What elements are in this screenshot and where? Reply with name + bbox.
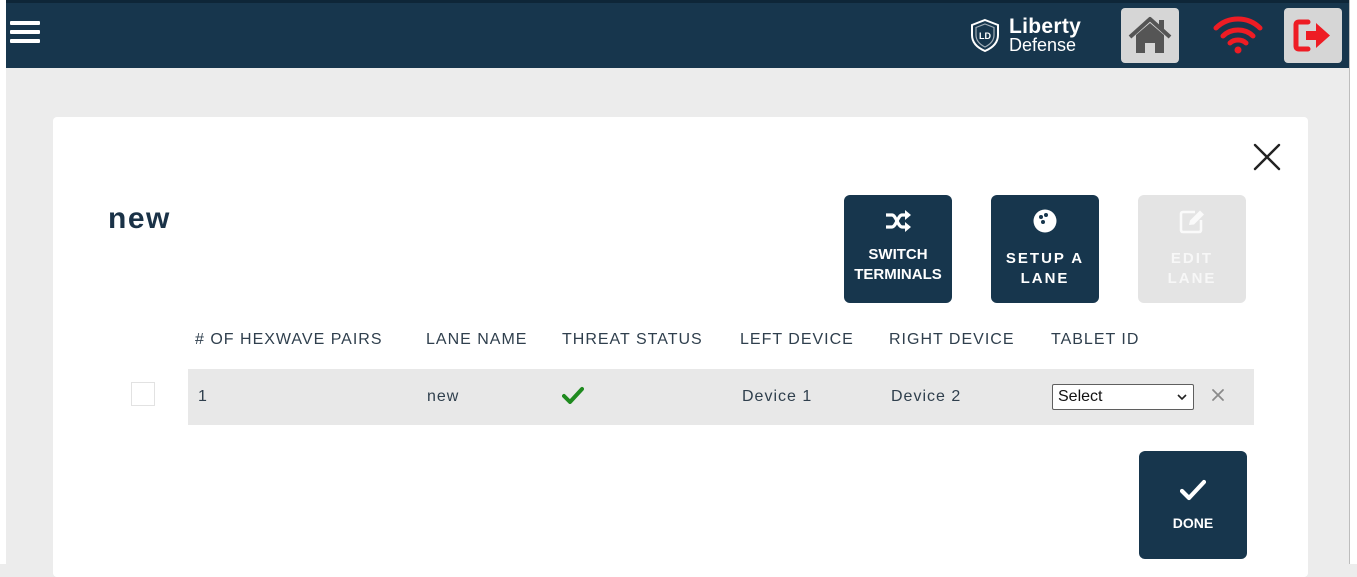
window-scrollbar[interactable] xyxy=(1349,0,1357,564)
column-header-hexwave-pairs: # OF HEXWAVE PAIRS xyxy=(195,331,383,348)
edit-lane-label: EDIT LANE xyxy=(1167,250,1217,287)
done-label: DONE xyxy=(1172,515,1214,531)
check-icon xyxy=(562,387,584,404)
chevron-down-icon xyxy=(1177,394,1187,401)
cell-left-device: Device 1 xyxy=(742,388,813,405)
shuffle-icon xyxy=(886,210,911,232)
done-button[interactable]: DONE xyxy=(1139,451,1247,559)
remove-row-icon[interactable] xyxy=(1210,387,1226,403)
wifi-icon xyxy=(1213,16,1263,54)
setup-lane-label: SETUP A LANE xyxy=(1005,250,1085,287)
cell-right-device: Device 2 xyxy=(891,388,962,405)
home-icon xyxy=(1128,17,1172,53)
logo-mark: LD xyxy=(979,31,991,41)
switch-terminals-label: SWITCH TERMINALS xyxy=(854,246,942,283)
liberty-defense-logo: LD Liberty Defense xyxy=(968,14,1100,56)
edit-lane-button[interactable]: EDIT LANE xyxy=(1138,195,1246,303)
logout-icon xyxy=(1293,19,1330,52)
cell-hexwave-pairs: 1 xyxy=(198,388,208,405)
home-button[interactable] xyxy=(1121,8,1179,63)
lane-title: new xyxy=(108,202,171,235)
top-strip xyxy=(6,0,1349,3)
edit-icon xyxy=(1179,210,1204,234)
column-header-lane-name: LANE NAME xyxy=(426,331,528,348)
cell-lane-name: new xyxy=(427,388,460,405)
column-header-left-device: LEFT DEVICE xyxy=(740,331,854,348)
logout-button[interactable] xyxy=(1284,8,1342,63)
shield-logo-icon: LD xyxy=(971,18,999,52)
top-navigation-bar: LD Liberty Defense xyxy=(6,0,1349,68)
checkmark-icon xyxy=(1180,479,1206,501)
close-icon[interactable] xyxy=(1252,142,1282,172)
setup-lane-button[interactable]: SETUP A LANE xyxy=(991,195,1099,303)
column-header-right-device: RIGHT DEVICE xyxy=(889,331,1015,348)
row-select-checkbox[interactable] xyxy=(131,382,155,406)
column-header-tablet-id: TABLET ID xyxy=(1051,331,1140,348)
left-edge xyxy=(0,0,6,564)
column-header-threat-status: THREAT STATUS xyxy=(562,331,703,348)
bowling-ball-icon xyxy=(1033,209,1057,233)
tablet-id-select[interactable]: Select xyxy=(1052,384,1194,410)
brand-subtitle: Defense xyxy=(1009,35,1077,55)
menu-icon[interactable] xyxy=(10,21,40,47)
switch-terminals-button[interactable]: SWITCH TERMINALS xyxy=(844,195,952,303)
tablet-id-select-value: Select xyxy=(1058,388,1103,405)
